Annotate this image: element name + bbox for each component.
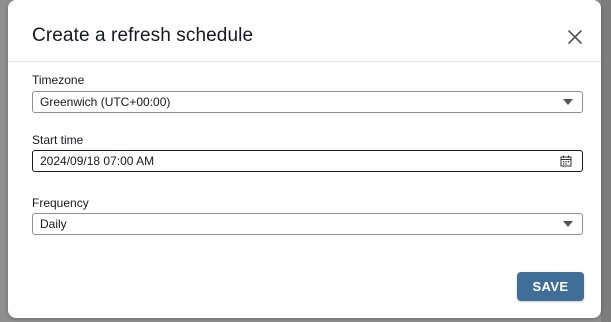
- timezone-value: Greenwich (UTC+00:00): [40, 95, 171, 109]
- modal-backdrop[interactable]: [601, 0, 611, 322]
- header-divider: [8, 61, 601, 62]
- chevron-down-icon: [563, 221, 573, 227]
- frequency-label: Frequency: [32, 196, 89, 210]
- close-button[interactable]: [566, 28, 584, 46]
- chevron-down-icon: [563, 99, 573, 105]
- save-button[interactable]: SAVE: [517, 272, 584, 301]
- start-time-input[interactable]: 2024/09/18 07:00 AM: [32, 150, 583, 172]
- timezone-select[interactable]: Greenwich (UTC+00:00): [32, 91, 583, 113]
- dialog-title: Create a refresh schedule: [32, 25, 254, 46]
- close-icon: [568, 30, 582, 44]
- frequency-select[interactable]: Daily: [32, 213, 583, 235]
- start-time-value: 2024/09/18 07:00 AM: [40, 154, 155, 168]
- frequency-value: Daily: [40, 217, 67, 231]
- timezone-label: Timezone: [32, 73, 85, 87]
- calendar-icon[interactable]: [560, 155, 572, 167]
- refresh-schedule-dialog: Create a refresh schedule Timezone Green…: [8, 0, 601, 318]
- start-time-label: Start time: [32, 133, 84, 147]
